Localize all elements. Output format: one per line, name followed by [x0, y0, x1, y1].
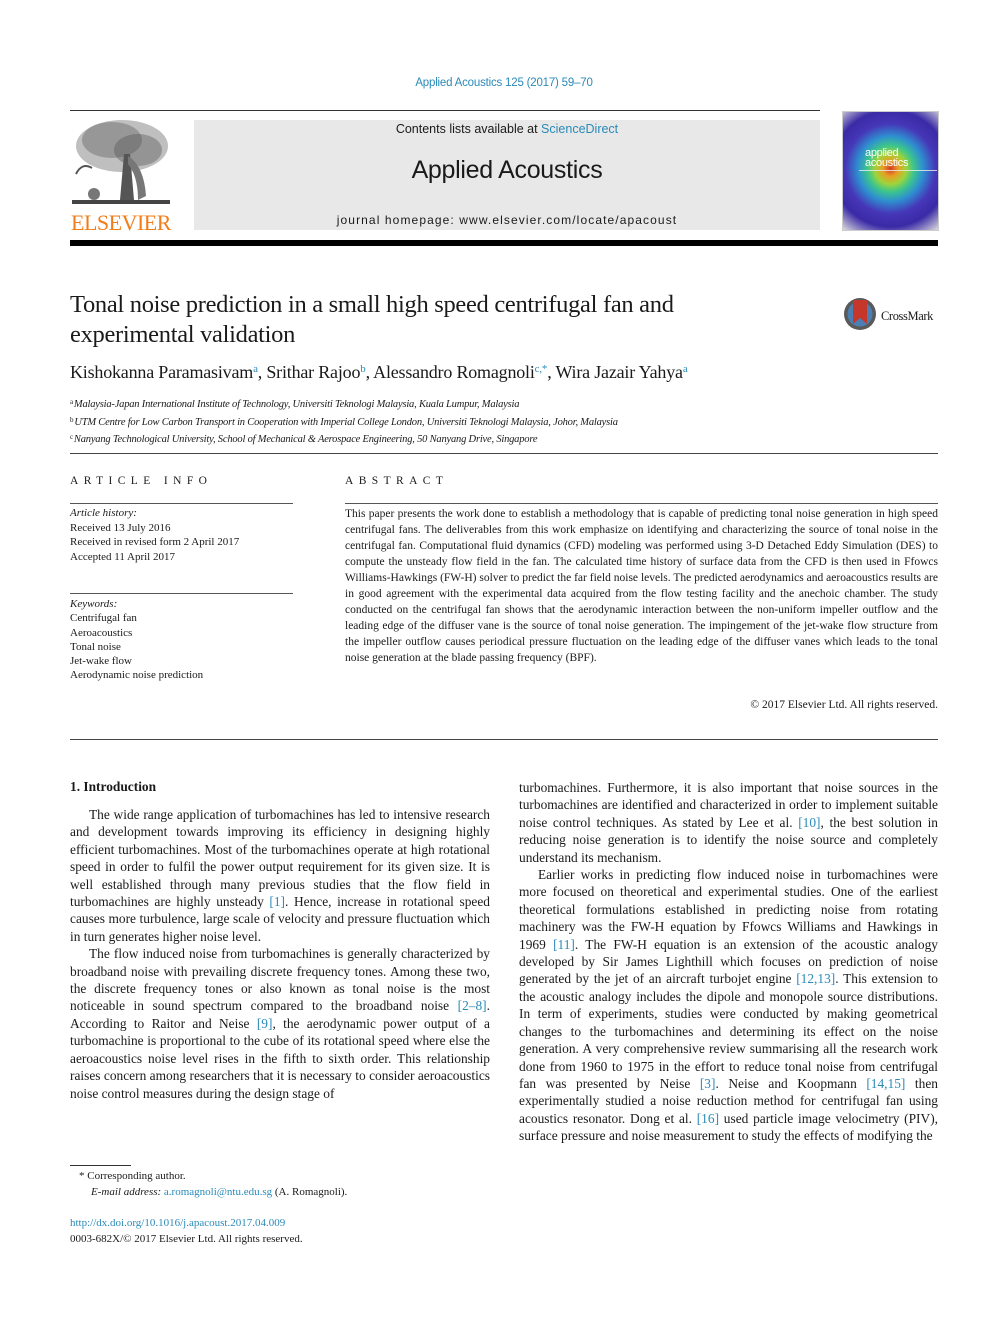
- abstract-rule: [345, 503, 938, 504]
- journal-title: Applied Acoustics: [411, 156, 603, 184]
- affiliation-item: aMalaysia-Japan International Institute …: [70, 395, 930, 413]
- citation-link[interactable]: [16]: [697, 1111, 719, 1126]
- citation-link[interactable]: [2–8]: [458, 998, 487, 1013]
- author-affiliation-marker[interactable]: b: [360, 363, 366, 375]
- section-heading-introduction: 1. Introduction: [70, 779, 157, 794]
- email-label: E-mail address:: [91, 1185, 162, 1198]
- author-affiliation-marker[interactable]: a: [683, 363, 688, 375]
- author-name[interactable]: Srithar Rajoo: [266, 362, 360, 382]
- body-paragraph: The flow induced noise from turbomachine…: [70, 946, 491, 1101]
- history-item: Accepted 11 April 2017: [70, 551, 175, 564]
- abstract-text: This paper presents the work done to est…: [345, 508, 938, 664]
- keywords-label: Keywords:: [70, 598, 118, 610]
- journal-homepage[interactable]: journal homepage: www.elsevier.com/locat…: [194, 213, 820, 227]
- corresponding-author-note: * Corresponding author.: [70, 1169, 490, 1185]
- elsevier-tree-icon: [72, 116, 170, 210]
- citation-link[interactable]: [11]: [553, 937, 575, 952]
- crossmark-label: CrossMark: [881, 309, 933, 323]
- email-note: E-mail address: a.romagnoli@ntu.edu.sg (…: [70, 1185, 490, 1201]
- affiliation-key: b: [70, 415, 74, 424]
- history-label: Article history:: [70, 507, 137, 519]
- article-info-heading: ARTICLE INFO: [70, 475, 213, 487]
- citation-link[interactable]: [9]: [257, 1016, 273, 1031]
- section-divider: [70, 739, 938, 740]
- crossmark-icon: [844, 298, 876, 330]
- abstract-heading: ABSTRACT: [345, 475, 449, 487]
- affiliation-item: cNanyang Technological University, Schoo…: [70, 430, 930, 448]
- body-paragraph: The wide range application of turbomachi…: [70, 807, 490, 944]
- doi-link[interactable]: http://dx.doi.org/10.1016/j.apacoust.201…: [70, 1217, 285, 1229]
- keyword-item: Aeroacoustics: [70, 626, 133, 639]
- journal-masthead: Contents lists available at ScienceDirec…: [194, 120, 820, 230]
- sciencedirect-link[interactable]: ScienceDirect: [541, 122, 618, 136]
- body-column-left: The wide range application of turbomachi…: [70, 806, 490, 1102]
- affiliation-key: a: [70, 398, 73, 406]
- journal-cover-image[interactable]: applied acoustics: [842, 111, 939, 231]
- contents-prefix: Contents lists available at: [395, 122, 542, 136]
- header-thick-rule: [70, 240, 938, 246]
- article-title: Tonal noise prediction in a small high s…: [70, 291, 674, 348]
- body-column-right: turbomachines. Furthermore, it is also i…: [519, 779, 938, 1145]
- body-paragraph: turbomachines. Furthermore, it is also i…: [519, 780, 938, 865]
- article-info-rule: [70, 503, 293, 504]
- article-history: Article history: Received 13 July 2016 R…: [70, 506, 293, 565]
- abstract-copyright: © 2017 Elsevier Ltd. All rights reserved…: [750, 699, 938, 711]
- citation-link[interactable]: [3]: [700, 1076, 716, 1091]
- author-list: Kishokanna Paramasivama, Srithar Rajoob,…: [70, 362, 688, 382]
- elsevier-logo[interactable]: ELSEVIER: [70, 116, 172, 235]
- history-item: Received in revised form 2 April 2017: [70, 536, 240, 549]
- keyword-item: Aerodynamic noise prediction: [70, 669, 204, 682]
- history-item: Received 13 July 2016: [70, 521, 171, 534]
- affiliation-key: c: [70, 433, 73, 441]
- corresponding-author-text: Corresponding author.: [87, 1170, 186, 1182]
- footnote-marker: *: [79, 1170, 85, 1182]
- affiliation-text: Malaysia-Japan International Institute o…: [73, 399, 520, 410]
- footnote-rule: [70, 1165, 131, 1166]
- affiliation-item: bUTM Centre for Low Carbon Transport in …: [70, 413, 930, 431]
- doi-block: http://dx.doi.org/10.1016/j.apacoust.201…: [70, 1216, 490, 1247]
- keyword-item: Tonal noise: [70, 640, 121, 653]
- email-suffix: (A. Romagnoli).: [274, 1185, 348, 1198]
- affiliations: aMalaysia-Japan International Institute …: [70, 395, 930, 448]
- elsevier-wordmark: ELSEVIER: [71, 210, 171, 235]
- author-affiliation-marker[interactable]: a: [253, 363, 258, 375]
- issn-copyright: 0003-682X/© 2017 Elsevier Ltd. All right…: [70, 1232, 303, 1245]
- email-link[interactable]: a.romagnoli@ntu.edu.sg: [164, 1186, 272, 1198]
- keywords: Keywords: Centrifugal fan Aeroacoustics …: [70, 597, 293, 683]
- citation-link[interactable]: [1]: [269, 894, 285, 909]
- author-affiliation-marker[interactable]: c,*: [535, 363, 548, 375]
- cover-title: applied acoustics: [865, 148, 909, 169]
- citation-link[interactable]: [10]: [798, 815, 820, 830]
- journal-reference-link[interactable]: Applied Acoustics 125 (2017) 59–70: [0, 77, 992, 89]
- keyword-item: Jet-wake flow: [70, 655, 133, 668]
- header-top-rule: [70, 110, 820, 111]
- author-name[interactable]: Alessandro Romagnoli: [373, 362, 535, 382]
- cover-title-line2: acoustics: [865, 157, 909, 169]
- section-divider: [70, 453, 938, 454]
- author-name[interactable]: Kishokanna Paramasivam: [70, 362, 253, 382]
- body-paragraph: Earlier works in predicting flow induced…: [519, 867, 938, 1144]
- cover-rule: [859, 170, 937, 171]
- keyword-item: Centrifugal fan: [70, 612, 137, 625]
- footnotes: * Corresponding author. E-mail address: …: [70, 1169, 490, 1200]
- author-name[interactable]: Wira Jazair Yahya: [555, 362, 683, 382]
- affiliation-text: Nanyang Technological University, School…: [73, 434, 538, 445]
- citation-link[interactable]: [12,13]: [796, 971, 835, 986]
- crossmark-badge[interactable]: CrossMark: [843, 296, 943, 336]
- contents-line: Contents lists available at ScienceDirec…: [194, 122, 820, 136]
- keywords-rule: [70, 593, 293, 594]
- affiliation-text: UTM Centre for Low Carbon Transport in C…: [74, 416, 618, 428]
- citation-link[interactable]: [14,15]: [866, 1076, 905, 1091]
